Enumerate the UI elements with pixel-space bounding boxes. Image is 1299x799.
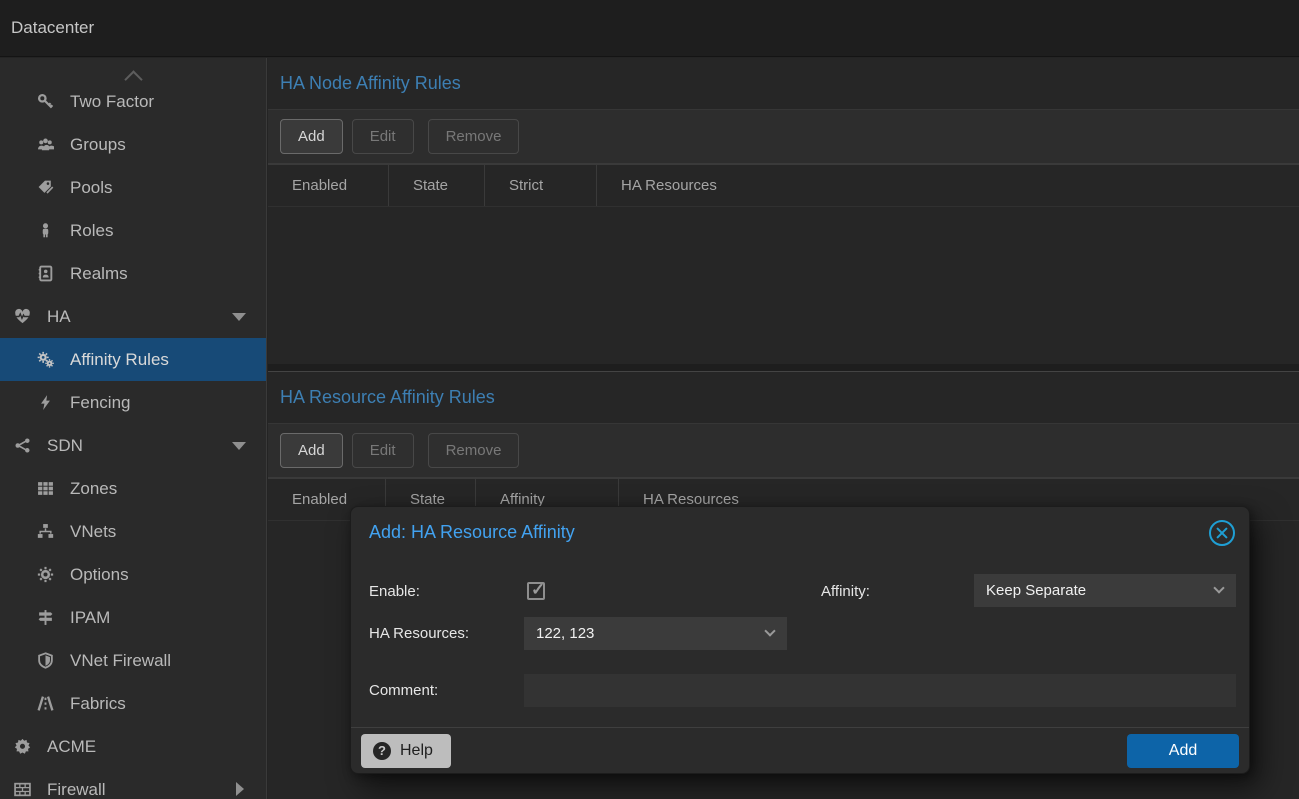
sidebar-item-ipam[interactable]: IPAM: [0, 596, 266, 639]
sidebar-item-label: Firewall: [47, 780, 106, 799]
enable-checkbox[interactable]: [527, 582, 545, 600]
sidebar: Two Factor Groups Pools Roles Realms HA …: [0, 58, 267, 799]
sidebar-item-label: Zones: [70, 479, 117, 499]
chevron-down-icon: [1213, 582, 1224, 593]
tags-icon: [37, 179, 59, 196]
ha-resource-affinity-panel-header: HA Resource Affinity Rules: [268, 372, 1299, 424]
sidebar-item-two-factor[interactable]: Two Factor: [0, 80, 266, 123]
affinity-label: Affinity:: [821, 583, 870, 600]
dialog-footer: Help Add: [351, 727, 1249, 773]
grid-icon: [37, 480, 59, 497]
sidebar-item-options[interactable]: Options: [0, 553, 266, 596]
ha-node-affinity-table-body: [268, 207, 1299, 364]
certificate-icon: [14, 738, 36, 755]
sidebar-item-label: Roles: [70, 221, 113, 241]
sidebar-item-label: Two Factor: [70, 92, 154, 112]
dialog-title: Add: HA Resource Affinity: [369, 522, 575, 543]
users-icon: [37, 136, 59, 153]
help-button[interactable]: Help: [361, 734, 451, 768]
panel-title: HA Resource Affinity Rules: [280, 387, 495, 408]
column-header-state[interactable]: State: [389, 165, 485, 206]
sidebar-item-label: Realms: [70, 264, 128, 284]
column-header-ha-resources[interactable]: HA Resources: [597, 165, 947, 206]
sidebar-item-label: Pools: [70, 178, 113, 198]
sidebar-item-zones[interactable]: Zones: [0, 467, 266, 510]
sidebar-item-groups[interactable]: Groups: [0, 123, 266, 166]
sidebar-item-pools[interactable]: Pools: [0, 166, 266, 209]
comment-input[interactable]: [524, 674, 1236, 707]
heartbeat-icon: [14, 308, 36, 325]
remove-button: Remove: [428, 433, 520, 468]
network-icon: [14, 437, 36, 454]
sidebar-scroll-up[interactable]: [0, 58, 266, 80]
ha-node-affinity-table-header: Enabled State Strict HA Resources: [268, 164, 1299, 207]
sidebar-item-label: SDN: [47, 436, 83, 456]
comment-label: Comment:: [369, 682, 438, 699]
enable-label: Enable:: [369, 583, 420, 600]
sidebar-item-fencing[interactable]: Fencing: [0, 381, 266, 424]
chevron-down-icon[interactable]: [232, 313, 246, 321]
sidebar-item-vnet-firewall[interactable]: VNet Firewall: [0, 639, 266, 682]
add-submit-button[interactable]: Add: [1127, 734, 1239, 768]
question-icon: [373, 742, 391, 760]
sidebar-item-label: VNet Firewall: [70, 651, 171, 671]
ha-node-affinity-toolbar: Add Edit Remove: [268, 110, 1299, 164]
add-ha-resource-affinity-dialog: Add: HA Resource Affinity Enable: Affini…: [350, 506, 1250, 774]
sidebar-item-firewall[interactable]: Firewall: [0, 768, 266, 799]
gears-icon: [37, 351, 59, 368]
sidebar-item-realms[interactable]: Realms: [0, 252, 266, 295]
signpost-icon: [37, 609, 59, 626]
close-icon[interactable]: [1209, 520, 1235, 546]
remove-button: Remove: [428, 119, 520, 154]
road-icon: [37, 695, 59, 712]
ha-resources-select[interactable]: 122, 123: [524, 617, 787, 650]
sidebar-item-label: IPAM: [70, 608, 110, 628]
top-bar: Datacenter: [0, 0, 1299, 57]
sidebar-item-label: Groups: [70, 135, 126, 155]
ha-resources-select-value: 122, 123: [536, 625, 594, 642]
sidebar-item-vnets[interactable]: VNets: [0, 510, 266, 553]
column-header-strict[interactable]: Strict: [485, 165, 597, 206]
column-header-enabled[interactable]: Enabled: [268, 165, 389, 206]
sidebar-item-sdn[interactable]: SDN: [0, 424, 266, 467]
sidebar-item-label: Fabrics: [70, 694, 126, 714]
shield-icon: [37, 652, 59, 669]
address-book-icon: [37, 265, 59, 282]
sidebar-item-affinity-rules[interactable]: Affinity Rules: [0, 338, 266, 381]
ha-node-affinity-panel-header: HA Node Affinity Rules: [268, 58, 1299, 110]
panel-title: HA Node Affinity Rules: [280, 73, 461, 94]
brick-wall-icon: [14, 781, 36, 798]
sidebar-item-ha[interactable]: HA: [0, 295, 266, 338]
edit-button: Edit: [352, 433, 414, 468]
chevron-down-icon[interactable]: [232, 442, 246, 450]
sitemap-icon: [37, 523, 59, 540]
sidebar-item-label: Options: [70, 565, 129, 585]
sidebar-item-label: ACME: [47, 737, 96, 757]
panel-splitter[interactable]: [268, 364, 1299, 372]
add-button[interactable]: Add: [280, 433, 343, 468]
add-button[interactable]: Add: [280, 119, 343, 154]
user-icon: [37, 222, 59, 239]
ha-resources-label: HA Resources:: [369, 625, 469, 642]
affinity-select-value: Keep Separate: [986, 582, 1086, 599]
gear-icon: [37, 566, 59, 583]
bolt-icon: [37, 394, 59, 411]
sidebar-item-label: VNets: [70, 522, 116, 542]
edit-button: Edit: [352, 119, 414, 154]
sidebar-item-roles[interactable]: Roles: [0, 209, 266, 252]
sidebar-item-label: Fencing: [70, 393, 130, 413]
affinity-select[interactable]: Keep Separate: [974, 574, 1236, 607]
help-button-label: Help: [400, 742, 433, 760]
chevron-down-icon: [764, 625, 775, 636]
sidebar-item-acme[interactable]: ACME: [0, 725, 266, 768]
page-title: Datacenter: [0, 18, 94, 38]
sidebar-item-label: HA: [47, 307, 71, 327]
sidebar-item-label: Affinity Rules: [70, 350, 169, 370]
chevron-right-icon[interactable]: [236, 782, 244, 796]
sidebar-item-fabrics[interactable]: Fabrics: [0, 682, 266, 725]
key-icon: [37, 93, 59, 110]
ha-resource-affinity-toolbar: Add Edit Remove: [268, 424, 1299, 478]
